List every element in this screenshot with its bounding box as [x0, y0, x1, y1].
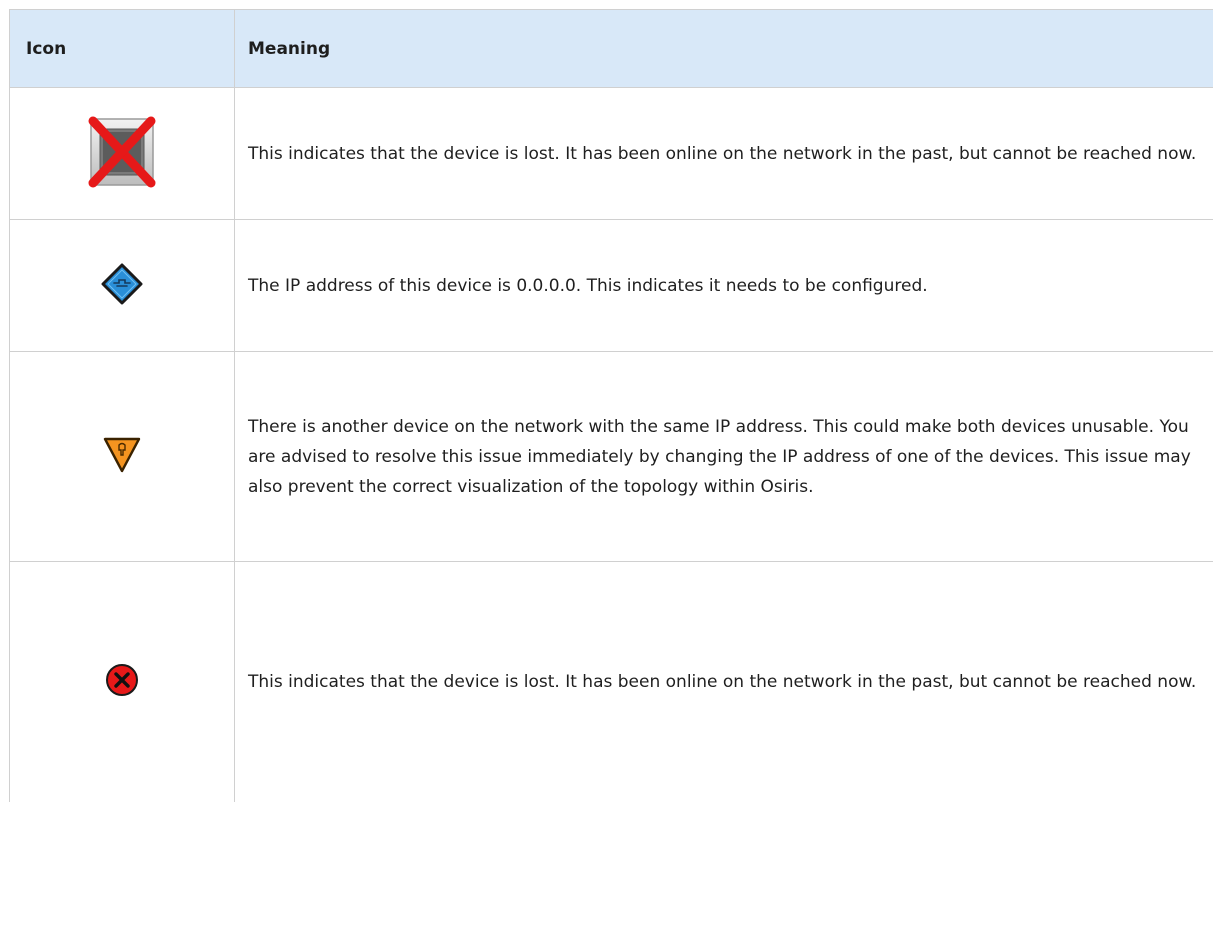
meaning-text: The IP address of this device is 0.0.0.0… — [234, 219, 1213, 352]
unconfigured-ip-blue-diamond-icon — [100, 262, 144, 306]
icon-cell — [9, 561, 235, 802]
lost-device-red-x-icon — [87, 116, 157, 188]
icon-legend-table: Icon Meaning This indicates that the dev… — [9, 9, 1213, 802]
meaning-text: This indicates that the device is lost. … — [234, 87, 1213, 220]
icon-cell — [9, 219, 235, 352]
table-row: There is another device on the network w… — [9, 351, 1213, 562]
meaning-text: There is another device on the network w… — [234, 351, 1213, 562]
table-row: This indicates that the device is lost. … — [9, 87, 1213, 220]
ip-conflict-orange-triangle-icon — [102, 436, 142, 474]
meaning-text: This indicates that the device is lost. … — [234, 561, 1213, 802]
table-row: The IP address of this device is 0.0.0.0… — [9, 219, 1213, 352]
icon-column-header: Icon — [9, 9, 235, 88]
icon-cell — [9, 351, 235, 562]
table-row: This indicates that the device is lost. … — [9, 561, 1213, 802]
meaning-column-header: Meaning — [234, 9, 1213, 88]
lost-device-red-circle-x-icon — [105, 663, 139, 697]
table-header-row: Icon Meaning — [9, 9, 1213, 88]
icon-cell — [9, 87, 235, 220]
